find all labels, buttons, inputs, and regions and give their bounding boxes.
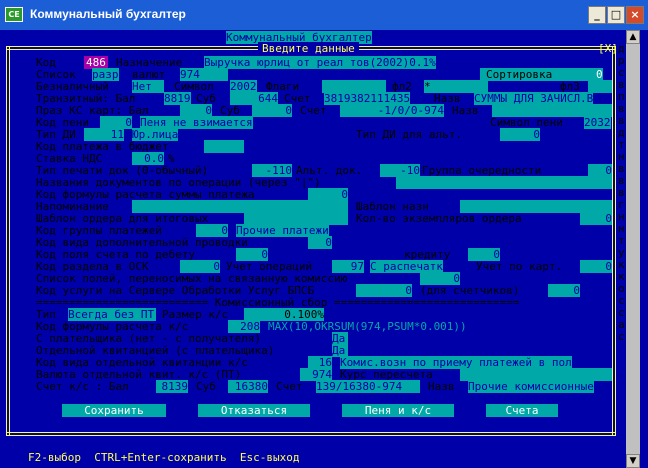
console-area: Коммунальный бухгалтер Введите данные [X… (4, 30, 640, 468)
close-button[interactable]: × (626, 6, 644, 24)
app-icon: CE (5, 7, 23, 22)
dialog-frame-bottom (6, 432, 616, 436)
schet-ks-bal-field[interactable]: 8139 (156, 380, 188, 393)
kod-uslugi-field-2[interactable]: 0 (548, 284, 580, 297)
window-titlebar: CE Коммунальный бухгалтер _ □ × (0, 0, 648, 30)
ks-sch-label: Счет (300, 104, 327, 117)
cancel-button[interactable]: Отказаться (198, 404, 310, 417)
dialog-frame-right (612, 46, 616, 436)
scroll-up-icon[interactable]: ▲ (626, 30, 640, 44)
footer-hints: F2-выбор CTRL+Enter-сохранить Esc-выход (28, 451, 300, 464)
tip-di-alt-field[interactable]: 0 (500, 128, 540, 141)
naznachenie-field[interactable]: Выручка юрлиц от реал тов(2002)0.1% (204, 56, 436, 69)
nazv-dok-field[interactable] (396, 176, 612, 189)
sort-label: Сортировка (480, 68, 600, 81)
uchet-kart-label: Учет по карт. (476, 260, 563, 273)
uchet-kart-field[interactable]: 0 (580, 260, 612, 273)
kod-vida-field[interactable]: 0 (308, 236, 332, 249)
dialog-title: Введите данные (258, 42, 359, 55)
ks-sch-field[interactable]: -1/0/0-974 (340, 104, 444, 117)
schet-ks-sub-field[interactable]: 16380 (228, 380, 268, 393)
ks-sub-field[interactable]: 0 (252, 104, 292, 117)
kfr-ks-text: MAX(10,OKRSUM(974,PSUM*0.001)) (268, 320, 467, 333)
tip-di-alt-label: Тип ДИ для альт. (356, 128, 462, 141)
schet-ks-naz-field[interactable]: Прочие комиссионные (468, 380, 594, 393)
minimize-button[interactable]: _ (588, 6, 606, 24)
ks-naz-label: Назв (452, 104, 479, 117)
dialog-close-marker[interactable]: [X] (598, 42, 618, 55)
simvol-peni-field[interactable]: 2032 (584, 116, 611, 129)
dialog-frame-left (6, 46, 10, 436)
vertical-scrollbar[interactable] (626, 30, 640, 468)
schet-ks-label: Счет к/с : Бал (36, 380, 129, 393)
schet-ks-sub-label: Суб (196, 380, 216, 393)
right-edge-char: с (618, 330, 625, 343)
scroll-down-icon[interactable]: ▼ (626, 454, 640, 468)
peni-ks-button[interactable]: Пеня и к/с (342, 404, 454, 417)
beznal-field[interactable]: Нет (132, 80, 164, 93)
schet-ks-naz-label: Назв (428, 380, 455, 393)
accounts-button[interactable]: Счета (486, 404, 558, 417)
schet-ks-sch-label: Счет (276, 380, 303, 393)
kolvo-field[interactable]: 0 (580, 212, 612, 225)
maximize-button[interactable]: □ (607, 6, 625, 24)
schet-ks-sch-field[interactable]: 139/16380-974 (316, 380, 420, 393)
kod-budget-field[interactable] (204, 140, 244, 153)
kolvo-label: Кол-во экземпляров ордера (356, 212, 522, 225)
save-button[interactable]: Сохранить (62, 404, 166, 417)
window-title: Коммунальный бухгалтер (30, 7, 186, 21)
